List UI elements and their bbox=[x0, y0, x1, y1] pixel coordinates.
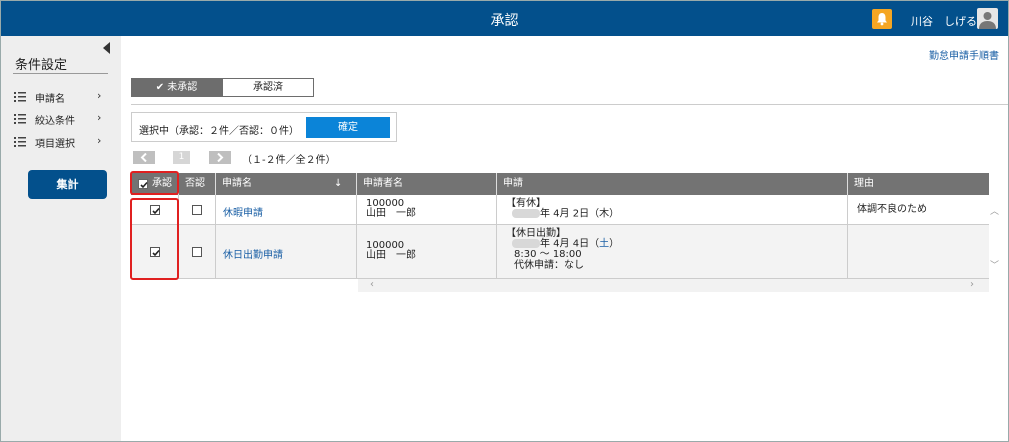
request-day: 土 bbox=[599, 238, 610, 250]
request-type: 【有休】 bbox=[506, 198, 546, 209]
scroll-down-icon[interactable]: ﹀ bbox=[990, 258, 999, 271]
application-link[interactable]: 休日出勤申請 bbox=[223, 246, 283, 261]
pager-info: （１-２件／全２件） bbox=[242, 155, 336, 166]
table-row: 休暇申請 100000 山田 一郎 【有休】 年 4月 2日（木） 体調不良のた… bbox=[131, 195, 989, 225]
chevron-right-icon: › bbox=[97, 111, 102, 124]
table-header: 承認 否認 申請名 ↓ 申請者名 申請 理由 bbox=[131, 173, 989, 195]
pager-page-number[interactable]: 1 bbox=[173, 151, 190, 164]
sidebar-title: 条件設定 bbox=[15, 58, 68, 73]
sidebar-item-application-name[interactable]: 申請名 › bbox=[13, 88, 108, 106]
manual-link[interactable]: 勤怠申請手順書 bbox=[929, 47, 999, 62]
horizontal-scrollbar[interactable]: ‹ › bbox=[358, 279, 989, 292]
scroll-left-icon[interactable]: ‹ bbox=[370, 279, 374, 290]
applicant-name: 山田 一郎 bbox=[366, 250, 416, 261]
column-header-reason: 理由 bbox=[854, 178, 874, 189]
top-bar: 承認 川谷 しげる bbox=[1, 1, 1008, 36]
tab-label: 未承認 bbox=[167, 82, 198, 93]
column-header-reject: 否認 bbox=[179, 173, 216, 195]
reject-checkbox[interactable] bbox=[192, 205, 202, 215]
request-date-end: ） bbox=[609, 238, 620, 250]
user-avatar-icon[interactable] bbox=[977, 8, 998, 29]
chevron-left-icon bbox=[140, 153, 147, 162]
reason-cell: 体調不良のため bbox=[848, 195, 989, 224]
notification-bell-icon[interactable] bbox=[872, 9, 892, 29]
list-icon bbox=[14, 114, 26, 124]
chevron-right-icon bbox=[217, 153, 224, 162]
sidebar-item-label: 申請名 bbox=[35, 94, 65, 105]
highlight-approve-checkboxes bbox=[130, 198, 179, 280]
list-icon bbox=[14, 137, 26, 147]
chevron-right-icon: › bbox=[97, 134, 102, 147]
column-header-application-name[interactable]: 申請名 ↓ bbox=[216, 173, 357, 195]
chevron-right-icon: › bbox=[97, 89, 102, 102]
request-date-line: 年 4月 2日（木） bbox=[506, 209, 619, 220]
pager-prev-button[interactable] bbox=[133, 151, 155, 164]
check-icon: ✔ bbox=[155, 82, 165, 93]
application-name-cell: 休暇申請 bbox=[216, 195, 357, 224]
page-title: 承認 bbox=[490, 13, 519, 29]
reject-cell bbox=[179, 195, 216, 224]
request-date: 年 4月 4日（ bbox=[540, 238, 600, 250]
applicant-cell: 100000 山田 一郎 bbox=[357, 195, 497, 224]
reject-checkbox[interactable] bbox=[192, 247, 202, 257]
user-name[interactable]: 川谷 しげる bbox=[911, 13, 977, 29]
application-name-cell: 休日出勤申請 bbox=[216, 225, 357, 278]
request-date: 年 4月 2日（木） bbox=[540, 208, 620, 220]
reason-text: 体調不良のため bbox=[857, 204, 927, 215]
sidebar-item-filter[interactable]: 絞込条件 › bbox=[13, 110, 108, 128]
request-cell: 【有休】 年 4月 2日（木） bbox=[497, 195, 848, 224]
tab-divider bbox=[131, 104, 1008, 105]
request-time: 8:30 ～ 18:00 bbox=[514, 249, 582, 260]
sort-icon[interactable]: ↓ bbox=[334, 173, 342, 195]
reject-cell bbox=[179, 225, 216, 278]
scroll-right-icon[interactable]: › bbox=[970, 279, 974, 290]
sidebar-collapse-icon[interactable] bbox=[103, 42, 110, 54]
column-header-applicant: 申請者名 bbox=[357, 173, 497, 195]
sidebar-divider bbox=[13, 73, 108, 74]
application-link[interactable]: 休暇申請 bbox=[223, 204, 263, 219]
selection-summary: 選択中（承認：２件／否認：０件） 確定 bbox=[131, 112, 397, 142]
request-type: 【休日出勤】 bbox=[506, 228, 566, 239]
redacted-year bbox=[512, 239, 540, 248]
request-date-line: 年 4月 4日（土） bbox=[506, 239, 619, 250]
scroll-up-icon[interactable]: ︿ bbox=[990, 204, 999, 217]
tab-label: 承認済 bbox=[253, 82, 283, 93]
tab-pending[interactable]: ✔ 未承認 bbox=[131, 78, 222, 97]
column-header-request: 申請 bbox=[497, 173, 848, 195]
pager-next-button[interactable] bbox=[209, 151, 231, 164]
request-cell: 【休日出勤】 年 4月 4日（土） 8:30 ～ 18:00 代休申請：なし bbox=[497, 225, 848, 278]
column-header-label: 申請名 bbox=[222, 178, 252, 189]
sidebar-item-label: 項目選択 bbox=[35, 139, 75, 150]
table-row: 休日出勤申請 100000 山田 一郎 【休日出勤】 年 4月 4日（土） 8:… bbox=[131, 225, 989, 279]
request-extra: 代休申請：なし bbox=[514, 260, 584, 271]
sidebar-item-label: 絞込条件 bbox=[35, 116, 75, 127]
sum-button[interactable]: 集計 bbox=[28, 170, 107, 199]
applicant-name: 山田 一郎 bbox=[366, 208, 416, 219]
redacted-year bbox=[512, 209, 540, 218]
list-icon bbox=[14, 92, 26, 102]
confirm-button[interactable]: 確定 bbox=[306, 117, 390, 138]
applicant-cell: 100000 山田 一郎 bbox=[357, 225, 497, 278]
reason-cell bbox=[848, 225, 989, 278]
tab-approved[interactable]: 承認済 bbox=[222, 78, 314, 97]
selection-count-text: 選択中（承認：２件／否認：０件） bbox=[139, 126, 299, 137]
highlight-approve-header bbox=[130, 171, 179, 195]
sidebar: 条件設定 申請名 › 絞込条件 › 項目選択 › 集計 bbox=[1, 36, 121, 441]
sidebar-item-field-select[interactable]: 項目選択 › bbox=[13, 133, 108, 151]
